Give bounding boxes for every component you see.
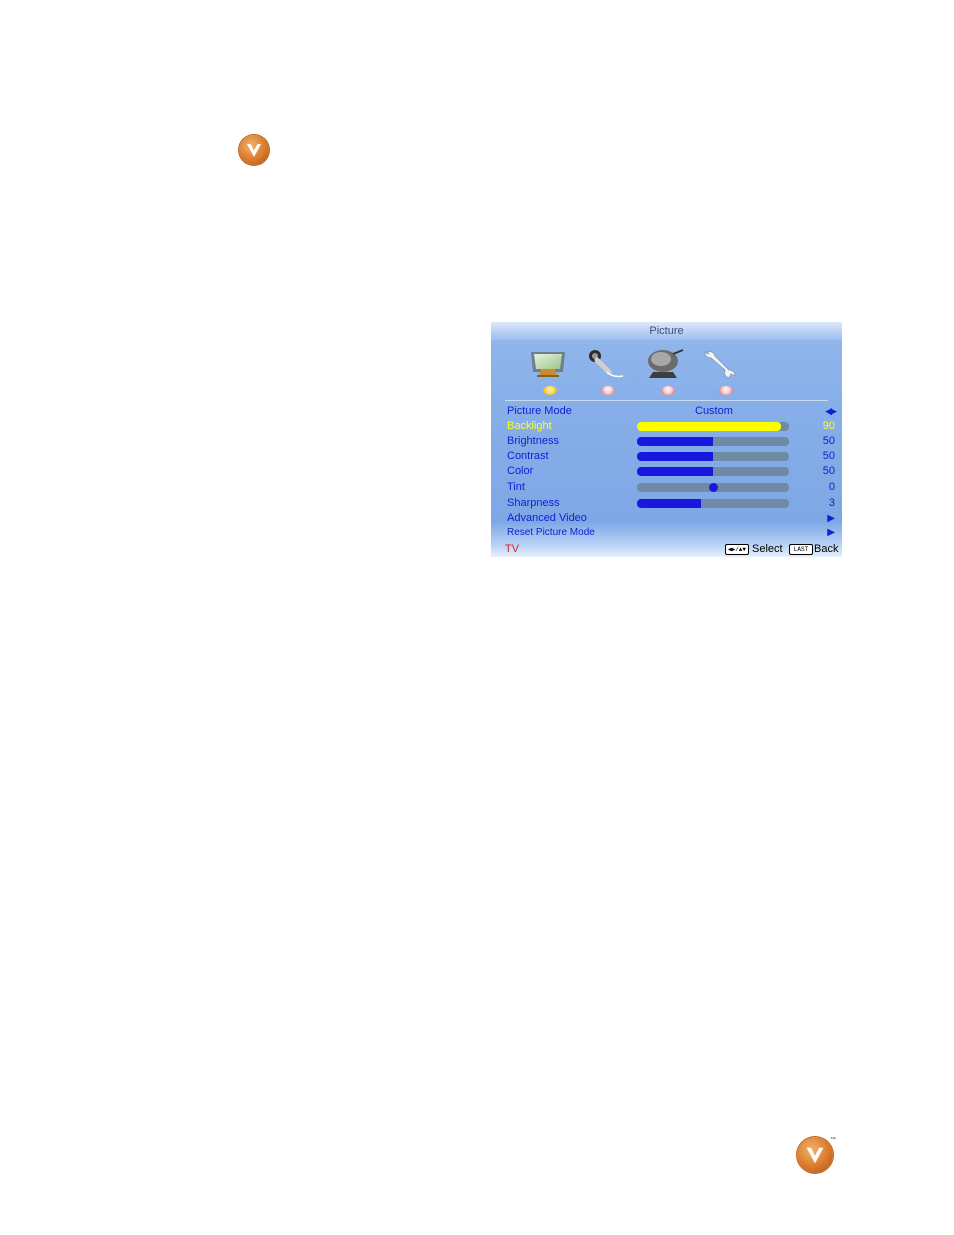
menu-item-label: Picture Mode: [507, 405, 572, 417]
picture-mode-value: Custom: [695, 405, 733, 417]
menu-item-value: 50: [822, 465, 835, 477]
slider-fill: [637, 437, 713, 446]
menu-item-color[interactable]: Color 50: [507, 464, 835, 479]
slider-fill: [637, 422, 782, 431]
tab-indicator: [661, 386, 675, 395]
slider-fill: [637, 452, 713, 461]
select-hint: Select: [752, 543, 783, 555]
menu-item-label: Contrast: [507, 450, 549, 462]
menu-title: Picture: [491, 322, 842, 340]
last-key-icon: LAST: [789, 544, 813, 555]
left-right-arrows-icon: ◀▶: [825, 406, 837, 416]
tint-slider[interactable]: [637, 483, 789, 492]
trademark-symbol: ™: [830, 1137, 836, 1143]
color-slider[interactable]: [637, 467, 789, 476]
osd-footer: TV ◀▶/▲▼ Select LAST Back: [491, 541, 842, 557]
submenu-arrow-icon: ▶: [827, 527, 835, 538]
picture-osd-menu: Picture Picture Mode Custom ◀▶ Backlight…: [491, 322, 842, 557]
contrast-slider[interactable]: [637, 452, 789, 461]
menu-item-label: Advanced Video: [507, 512, 587, 524]
picture-tab-icon[interactable]: [527, 348, 571, 380]
tab-indicators: [541, 386, 791, 398]
vizio-logo-icon: [239, 135, 269, 165]
menu-item-brightness[interactable]: Brightness 50: [507, 434, 835, 449]
audio-tab-icon[interactable]: [583, 348, 627, 380]
menu-item-backlight[interactable]: Backlight 90: [507, 419, 835, 434]
input-source-label: TV: [505, 543, 520, 555]
menu-item-value: 0: [828, 481, 835, 493]
backlight-slider[interactable]: [637, 422, 789, 431]
menu-item-value: 3: [828, 497, 835, 509]
menu-tabs: [527, 348, 787, 380]
slider-knob[interactable]: [709, 483, 718, 492]
menu-item-label: Tint: [507, 481, 525, 493]
menu-item-label: Sharpness: [507, 497, 560, 509]
menu-item-value: 50: [822, 435, 835, 447]
submenu-arrow-icon: ▶: [827, 513, 835, 524]
menu-item-contrast[interactable]: Contrast 50: [507, 449, 835, 464]
menu-item-reset-picture-mode[interactable]: Reset Picture Mode ▶: [507, 525, 835, 540]
sharpness-slider[interactable]: [637, 499, 789, 508]
tab-indicator-active: [543, 386, 557, 395]
menu-item-value: 50: [822, 450, 835, 462]
vizio-logo-icon: [797, 1137, 833, 1173]
tab-indicator: [601, 386, 615, 395]
menu-item-label: Reset Picture Mode: [507, 527, 595, 538]
slider-fill: [637, 467, 713, 476]
menu-item-advanced-video[interactable]: Advanced Video ▶: [507, 511, 835, 526]
menu-divider: [505, 400, 828, 401]
menu-item-label: Backlight: [507, 420, 552, 432]
brightness-slider[interactable]: [637, 437, 789, 446]
navigate-keys-icon: ◀▶/▲▼: [725, 544, 749, 555]
tab-indicator: [719, 386, 733, 395]
settings-tab-icon[interactable]: [699, 348, 743, 380]
back-hint: Back: [814, 543, 839, 555]
menu-item-label: Brightness: [507, 435, 559, 447]
tv-tab-icon[interactable]: [643, 348, 687, 380]
menu-item-picture-mode[interactable]: Picture Mode Custom ◀▶: [507, 404, 837, 419]
menu-item-value: 90: [822, 420, 835, 432]
menu-item-label: Color: [507, 465, 534, 477]
menu-item-tint[interactable]: Tint 0: [507, 480, 835, 495]
slider-fill: [637, 499, 701, 508]
menu-item-sharpness[interactable]: Sharpness 3: [507, 496, 835, 511]
